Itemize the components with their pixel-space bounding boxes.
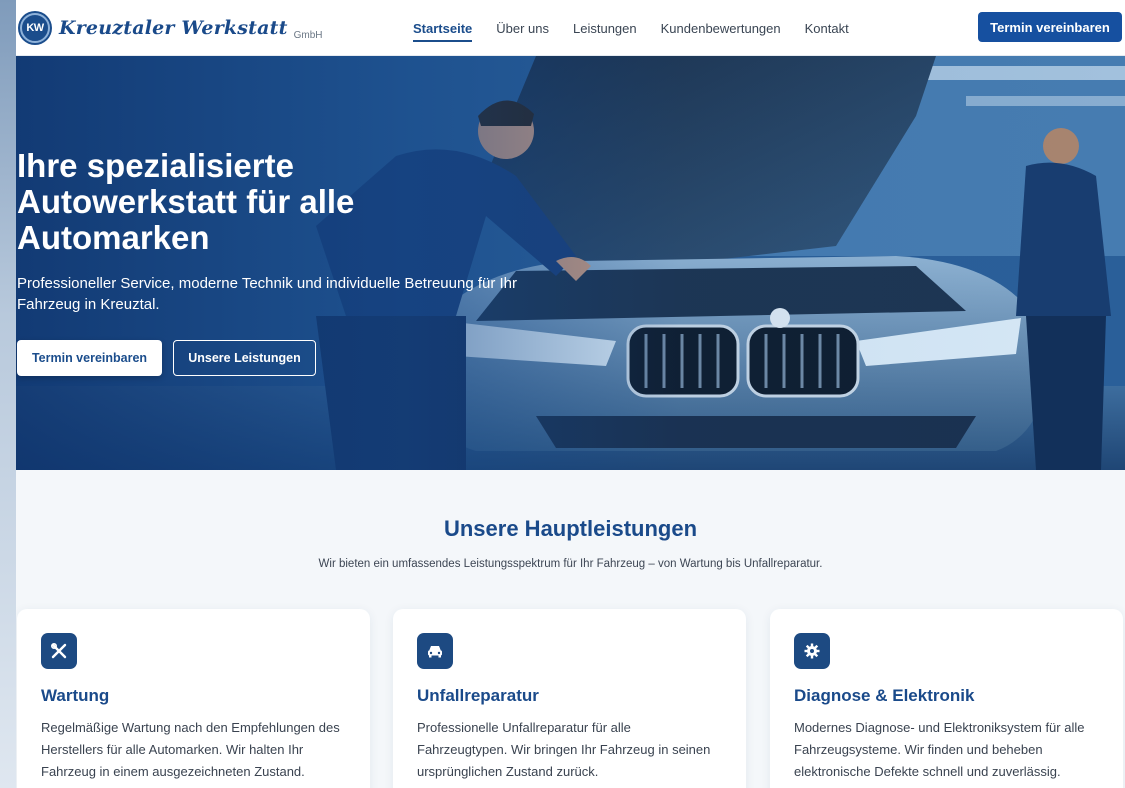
service-card-wartung[interactable]: Wartung Regelmäßige Wartung nach den Emp… (17, 609, 370, 788)
hero-title: Ihre spezialisierte Autowerkstatt für al… (17, 147, 355, 256)
logo-badge: KW (20, 12, 50, 43)
nav-item-kontakt[interactable]: Kontakt (805, 0, 849, 56)
site-header: KW Kreuztaler Werkstatt GmbH Startseite … (16, 0, 1125, 56)
hero-section: Ihre spezialisierte Autowerkstatt für al… (16, 56, 1125, 470)
card-text: Regelmäßige Wartung nach den Empfehlunge… (41, 720, 340, 779)
page: KW Kreuztaler Werkstatt GmbH Startseite … (16, 0, 1125, 788)
services-subtitle: Wir bieten ein umfassendes Leistungsspek… (318, 558, 823, 570)
card-title: Diagnose & Elektronik (794, 686, 975, 705)
hero-subtitle: Professioneller Service, moderne Technik… (17, 275, 518, 313)
hero-overlay (16, 56, 1125, 470)
hero-appointment-button[interactable]: Termin vereinbaren (17, 340, 162, 376)
hero-services-button[interactable]: Unsere Leistungen (173, 340, 316, 376)
card-title: Unfallreparatur (417, 686, 539, 705)
nav-item-kundenbewertungen[interactable]: Kundenbewertungen (661, 0, 781, 56)
header-appointment-button[interactable]: Termin vereinbaren (978, 12, 1122, 42)
brand-suffix: GmbH (293, 29, 323, 41)
nav-item-ueber-uns[interactable]: Über uns (496, 0, 549, 56)
brand-logo[interactable]: KW Kreuztaler Werkstatt GmbH (20, 12, 323, 43)
nav-item-startseite[interactable]: Startseite (413, 0, 473, 56)
car-icon (417, 633, 453, 669)
nav-item-leistungen[interactable]: Leistungen (573, 0, 637, 56)
service-card-unfallreparatur[interactable]: Unfallreparatur Professionelle Unfallrep… (393, 609, 746, 788)
wrench-screwdriver-icon (41, 633, 77, 669)
main-nav: Startseite Über uns Leistungen Kundenbew… (413, 0, 873, 56)
card-text: Professionelle Unfallreparatur für alle … (417, 720, 711, 779)
gear-icon (794, 633, 830, 669)
service-card-diagnose[interactable]: Diagnose & Elektronik Modernes Diagnose-… (770, 609, 1123, 788)
brand-name: Kreuztaler Werkstatt (59, 16, 288, 39)
services-title: Unsere Hauptleistungen (443, 516, 698, 541)
card-text: Modernes Diagnose- und Elektroniksystem … (794, 720, 1085, 779)
card-title: Wartung (41, 686, 110, 705)
